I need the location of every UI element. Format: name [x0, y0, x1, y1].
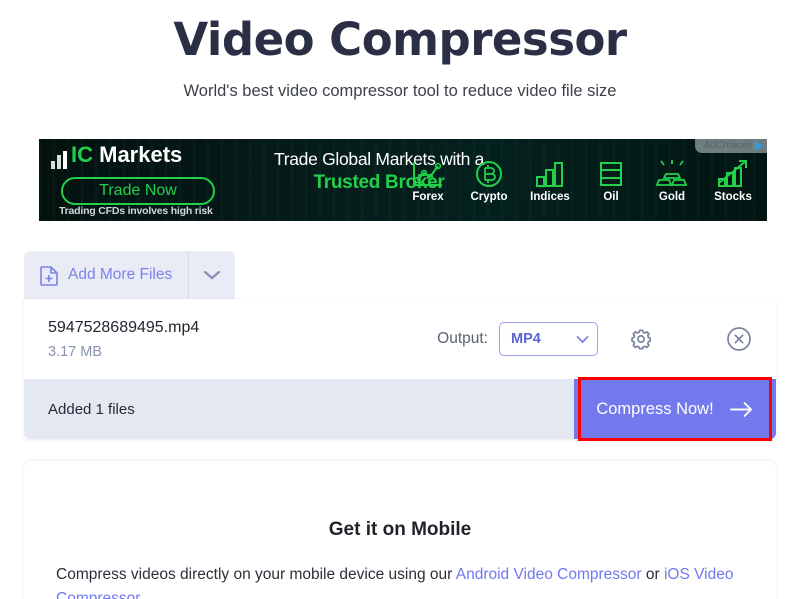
- close-circle-icon: [727, 327, 751, 351]
- file-info: 5947528689495.mp4 3.17 MB: [48, 319, 199, 360]
- add-files-dropdown-button[interactable]: [189, 251, 236, 299]
- remove-file-button[interactable]: [726, 326, 752, 352]
- ad-disclaimer: Trading CFDs involves high risk: [59, 205, 213, 217]
- compress-now-button[interactable]: Compress Now!: [574, 379, 776, 439]
- ad-asset-stocks: Stocks: [707, 159, 759, 203]
- output-format-value: MP4: [511, 331, 541, 347]
- page-header: Video Compressor World's best video comp…: [0, 0, 800, 101]
- mobile-section-title: Get it on Mobile: [328, 519, 472, 540]
- uploader-tabbar: Add More Files: [24, 251, 236, 299]
- adchoices-triangle-icon: [755, 140, 763, 151]
- ad-brand-ic: IC: [71, 142, 93, 167]
- file-name: 5947528689495.mp4: [48, 318, 200, 336]
- mobile-section-text: Compress videos directly on your mobile …: [56, 563, 744, 599]
- mobile-text-middle: or: [641, 566, 664, 583]
- video-compressor-page: Video Compressor World's best video comp…: [0, 0, 800, 599]
- arrow-right-icon: [729, 401, 752, 417]
- output-label: Output:: [437, 330, 488, 347]
- ad-banner[interactable]: IC Markets Trade Now Trading CFDs involv…: [39, 139, 767, 221]
- oil-barrel-icon: [600, 162, 622, 186]
- ad-trade-now-button[interactable]: Trade Now: [61, 177, 215, 205]
- bar-chart-icon: [536, 162, 563, 187]
- bitcoin-icon: [476, 161, 502, 187]
- compress-now-label: Compress Now!: [596, 399, 714, 418]
- ad-asset-gold: Gold: [646, 159, 698, 203]
- chevron-down-icon: [576, 335, 589, 343]
- mobile-text-before: Compress videos directly on your mobile …: [56, 566, 456, 583]
- ad-asset-label: Forex: [412, 191, 444, 203]
- file-settings-button[interactable]: [628, 326, 654, 352]
- bar-chart-logo-icon: [51, 151, 69, 169]
- page-subtitle: World's best video compressor tool to re…: [183, 81, 617, 100]
- android-video-compressor-link[interactable]: Android Video Compressor: [456, 566, 642, 583]
- ad-brand-markets: Markets: [93, 142, 183, 167]
- file-plus-icon: [40, 265, 58, 286]
- ad-asset-label: Stocks: [714, 191, 752, 203]
- file-row: 5947528689495.mp4 3.17 MB Output: MP4: [24, 299, 776, 379]
- growth-chart-icon: [718, 160, 747, 187]
- ad-asset-list: Forex Crypto Indices Oil Gold Stocks: [402, 159, 759, 203]
- adchoices-label: AdChoices: [703, 140, 752, 151]
- chevron-down-icon: [204, 270, 221, 280]
- ad-asset-indices: Indices: [524, 159, 576, 203]
- add-more-files-button[interactable]: Add More Files: [24, 251, 189, 299]
- ad-asset-label: Oil: [603, 191, 619, 203]
- ad-asset-crypto: Crypto: [463, 159, 515, 203]
- get-it-on-mobile-card: Get it on Mobile Compress videos directl…: [24, 461, 776, 599]
- gold-bars-icon: [655, 160, 688, 186]
- ad-asset-forex: Forex: [402, 159, 454, 203]
- adchoices-badge[interactable]: AdChoices: [694, 139, 767, 153]
- ad-asset-label: Gold: [658, 191, 686, 203]
- added-files-status: Added 1 files: [48, 400, 135, 418]
- ad-asset-label: Crypto: [470, 191, 508, 203]
- page-title: Video Compressor: [173, 13, 627, 66]
- ad-asset-oil: Oil: [585, 159, 637, 203]
- ad-asset-label: Indices: [530, 191, 570, 203]
- uploader-footer: Added 1 files Compress Now!: [24, 379, 776, 439]
- add-more-files-label: Add More Files: [68, 266, 173, 283]
- mobile-text-after: .: [139, 590, 144, 599]
- gear-icon: [631, 329, 651, 350]
- file-size: 3.17 MB: [48, 343, 102, 360]
- line-chart-icon: [413, 162, 442, 186]
- output-format-select[interactable]: MP4: [499, 322, 598, 356]
- uploader-card: 5947528689495.mp4 3.17 MB Output: MP4 Ad…: [24, 299, 776, 439]
